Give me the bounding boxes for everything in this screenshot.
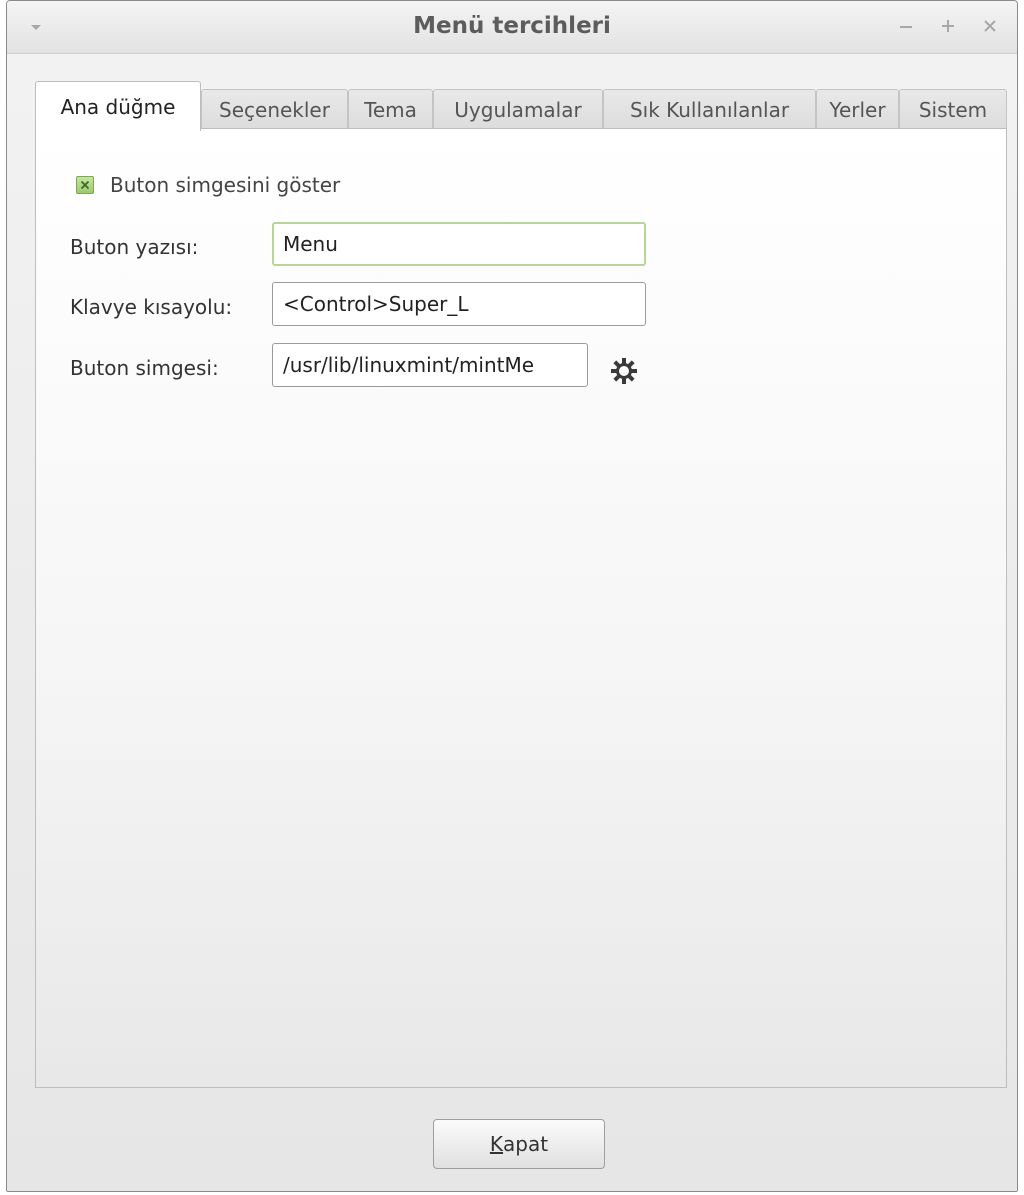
tab-uygulamalar[interactable]: Uygulamalar (433, 89, 603, 129)
title-bar[interactable]: Menü tercihleri (7, 1, 1017, 54)
show-icon-checkbox[interactable] (76, 176, 94, 194)
shortcut-input[interactable] (272, 282, 646, 326)
tab-panel: Buton simgesini göster Buton yazısı: Kla… (35, 128, 1007, 1088)
tab-sik-kullanilanlar[interactable]: Sık Kullanılanlar (603, 89, 816, 129)
minimize-icon[interactable] (895, 15, 917, 37)
tab-ana-dugme[interactable]: Ana düğme (35, 81, 201, 131)
window-title: Menü tercihleri (413, 13, 611, 39)
show-icon-row[interactable]: Buton simgesini göster (76, 173, 340, 197)
gear-icon[interactable] (606, 353, 642, 389)
close-button-mnemonic: K (489, 1132, 504, 1156)
shortcut-label: Klavye kısayolu: (70, 295, 233, 319)
tab-sistem[interactable]: Sistem (899, 89, 1007, 129)
checkmark-icon (80, 180, 90, 190)
tab-tema[interactable]: Tema (348, 89, 433, 129)
button-text-input[interactable] (272, 222, 646, 266)
close-button-label: apat (503, 1132, 549, 1156)
preferences-window: Menü tercihleri Ana düğme Seçenekler Tem… (6, 0, 1018, 1192)
show-icon-label: Buton simgesini göster (110, 173, 341, 197)
maximize-icon[interactable] (937, 15, 959, 37)
button-icon-path-input[interactable] (272, 343, 588, 387)
tab-yerler[interactable]: Yerler (816, 89, 899, 129)
close-button[interactable]: Kapat (433, 1119, 605, 1169)
button-text-label: Buton yazısı: (70, 235, 199, 259)
tab-secenekler[interactable]: Seçenekler (201, 89, 348, 129)
button-icon-label: Buton simgesi: (70, 356, 219, 380)
close-window-icon[interactable] (979, 15, 1001, 37)
